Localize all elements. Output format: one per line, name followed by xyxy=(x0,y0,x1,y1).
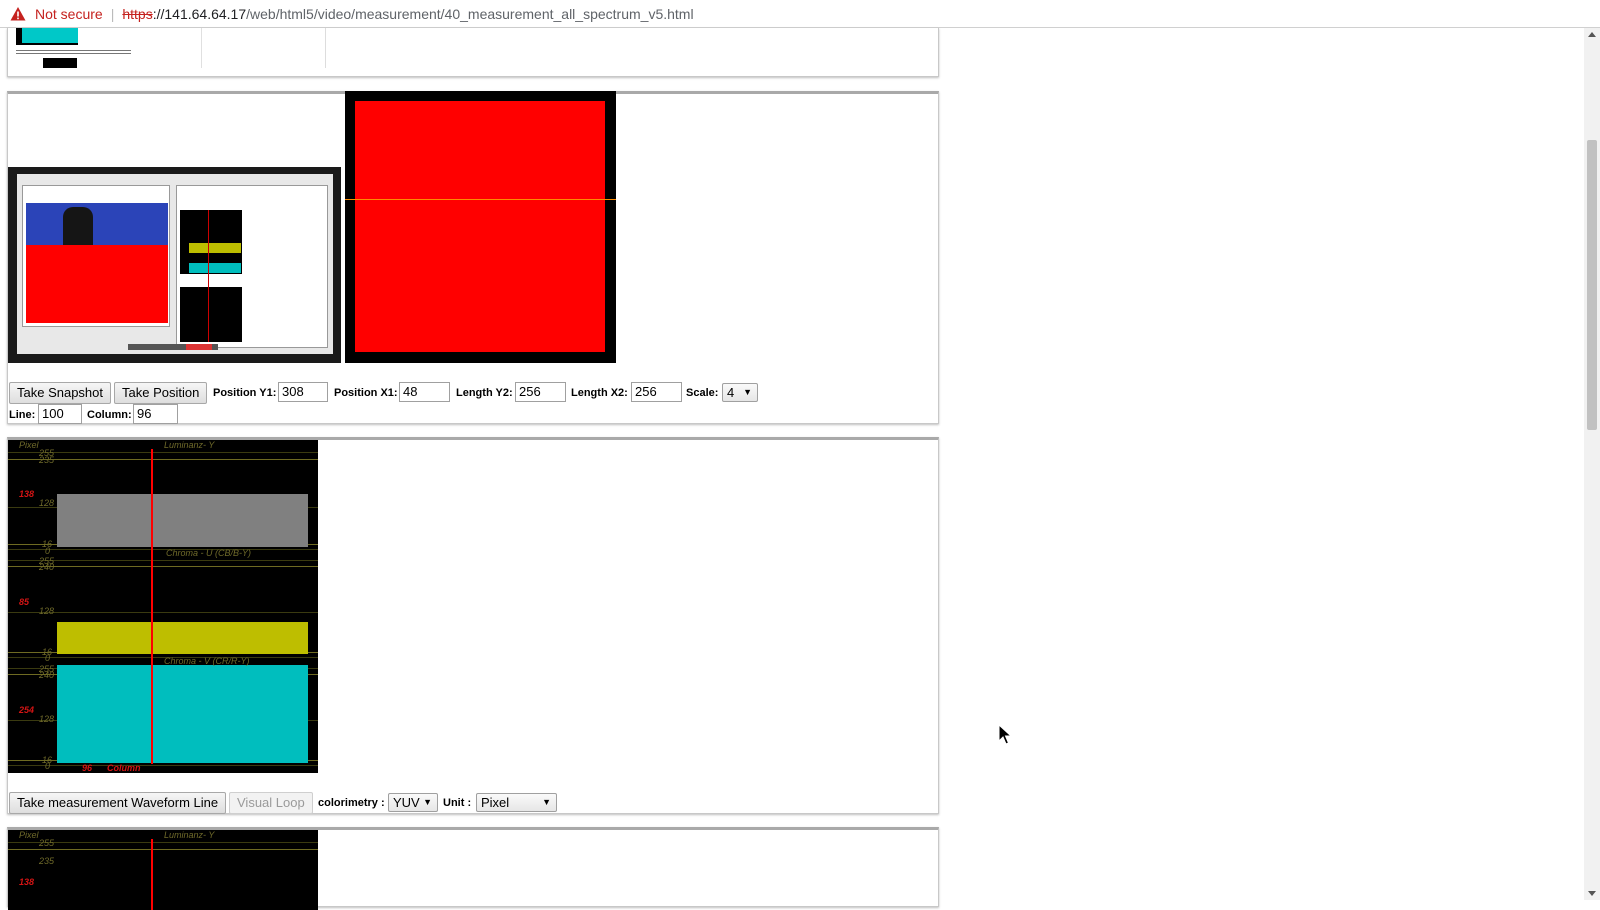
colorimetry-label: colorimetry : xyxy=(318,797,385,809)
luma-value: 138 xyxy=(19,489,35,499)
pixel-label: Pixel xyxy=(19,440,39,450)
colorimetry-select-value: YUV xyxy=(393,795,420,810)
next-column-cursor-line xyxy=(151,839,153,910)
u-grid-240 xyxy=(8,566,318,567)
length-x2-label: Length X2: xyxy=(571,387,628,399)
url-scheme: https xyxy=(122,5,153,22)
url-separator: | xyxy=(110,5,115,22)
column-label: Column: xyxy=(87,409,132,421)
line-input[interactable]: 100 xyxy=(38,404,82,424)
previous-panel xyxy=(7,28,939,77)
u-grid-128 xyxy=(8,612,318,613)
length-y2-input[interactable]: 256 xyxy=(515,382,566,402)
url-host: ://141.64.64.17 xyxy=(152,5,247,22)
next-grid-255 xyxy=(8,842,318,843)
luma-grid-235 xyxy=(8,459,318,460)
zoom-view[interactable] xyxy=(345,91,616,363)
mouse-cursor-icon xyxy=(998,724,1012,745)
luma-tick-235: 235 xyxy=(39,455,55,465)
scale-label: Scale: xyxy=(686,387,719,399)
luma-title: Luminanz- Y xyxy=(164,440,215,450)
v-tick-240: 240 xyxy=(39,670,55,680)
scroll-down-icon[interactable] xyxy=(1588,891,1596,896)
u-tick-128: 128 xyxy=(39,606,55,616)
previous-panel-divider xyxy=(201,28,202,68)
next-tick-235: 235 xyxy=(39,856,55,866)
next-grid-235 xyxy=(8,849,318,850)
position-y1-input[interactable]: 308 xyxy=(278,382,328,402)
next-waveform-panel: Pixel Luminanz- Y 255 235 138 xyxy=(7,827,939,910)
page-scrollbar[interactable] xyxy=(1584,28,1600,900)
take-position-button[interactable]: Take Position xyxy=(114,382,208,404)
scroll-up-icon[interactable] xyxy=(1588,32,1596,37)
position-y1-label: Position Y1: xyxy=(213,387,277,399)
v-value: 254 xyxy=(19,705,35,715)
position-x1-input[interactable]: 48 xyxy=(399,382,450,402)
warning-icon xyxy=(10,6,26,20)
chroma-v-title: Chroma - V (CR/R-Y) xyxy=(164,656,250,666)
column-axis-label: Column xyxy=(107,763,141,773)
luma-grid-255 xyxy=(8,452,318,453)
previous-panel-thumbnail xyxy=(16,28,78,45)
scale-select-value: 4 xyxy=(727,385,735,400)
chevron-down-icon: ▼ xyxy=(743,387,752,397)
chroma-v-bar xyxy=(57,665,308,763)
u-tick-240: 240 xyxy=(39,562,55,572)
position-x1-label: Position X1: xyxy=(334,387,398,399)
video-capture-panel: Take Snapshot Take Position Position Y1:… xyxy=(7,91,939,424)
take-snapshot-button[interactable]: Take Snapshot xyxy=(9,382,112,404)
unit-select-value: Pixel xyxy=(481,795,510,810)
chroma-u-title: Chroma - U (CB/B-Y) xyxy=(166,548,252,558)
luma-bar xyxy=(57,494,308,547)
luma-tick-128: 128 xyxy=(39,498,55,508)
previous-panel-controls xyxy=(16,50,131,54)
u-value: 85 xyxy=(19,597,30,607)
colorimetry-select[interactable]: YUV ▼ xyxy=(388,793,438,812)
line-label: Line: xyxy=(9,409,36,421)
column-cursor-line xyxy=(151,449,153,764)
scale-select[interactable]: 4 ▼ xyxy=(722,383,758,402)
column-value: 96 xyxy=(82,763,93,773)
length-y2-label: Length Y2: xyxy=(456,387,513,399)
visual-loop-button[interactable]: Visual Loop xyxy=(229,792,313,814)
next-luma-title: Luminanz- Y xyxy=(164,830,215,840)
v-tick-0: 0 xyxy=(45,761,51,771)
u-tick-0: 0 xyxy=(45,653,51,663)
v-grid-0 xyxy=(8,765,318,766)
previous-panel-edge xyxy=(325,28,326,68)
security-label[interactable]: Not secure xyxy=(35,6,103,22)
unit-select[interactable]: Pixel ▼ xyxy=(476,793,557,812)
unit-label: Unit : xyxy=(443,797,472,809)
luma-grid-0 xyxy=(8,549,318,550)
previous-panel-thumbnail-2 xyxy=(43,58,77,68)
scroll-thumb[interactable] xyxy=(1587,140,1597,430)
snapshot-image[interactable] xyxy=(8,167,341,363)
next-luma-value: 138 xyxy=(19,877,35,887)
next-waveform-canvas[interactable]: Pixel Luminanz- Y 255 235 138 xyxy=(8,830,318,910)
take-measurement-waveform-button[interactable]: Take measurement Waveform Line xyxy=(9,792,227,814)
chevron-down-icon: ▼ xyxy=(542,797,551,807)
zoom-crosshair-line xyxy=(345,199,616,200)
next-tick-255: 255 xyxy=(39,838,55,848)
url-path: /web/html5/video/measurement/40_measurem… xyxy=(246,5,694,22)
address-bar[interactable]: Not secure | https://141.64.64.17/web/ht… xyxy=(0,0,1600,28)
u-grid-0 xyxy=(8,657,318,658)
chevron-down-icon: ▼ xyxy=(423,797,432,807)
chroma-u-bar xyxy=(57,622,308,654)
u-grid-255 xyxy=(8,560,318,561)
luma-tick-0: 0 xyxy=(45,546,51,556)
length-x2-input[interactable]: 256 xyxy=(631,382,682,402)
column-input[interactable]: 96 xyxy=(133,404,178,424)
next-pixel-label: Pixel xyxy=(19,830,39,840)
waveform-canvas[interactable]: Pixel Luminanz- Y Chroma - U (CB/B-Y) Ch… xyxy=(8,440,318,773)
zoom-view-fill xyxy=(355,101,605,352)
waveform-panel: Pixel Luminanz- Y Chroma - U (CB/B-Y) Ch… xyxy=(7,437,939,814)
v-tick-128: 128 xyxy=(39,714,55,724)
